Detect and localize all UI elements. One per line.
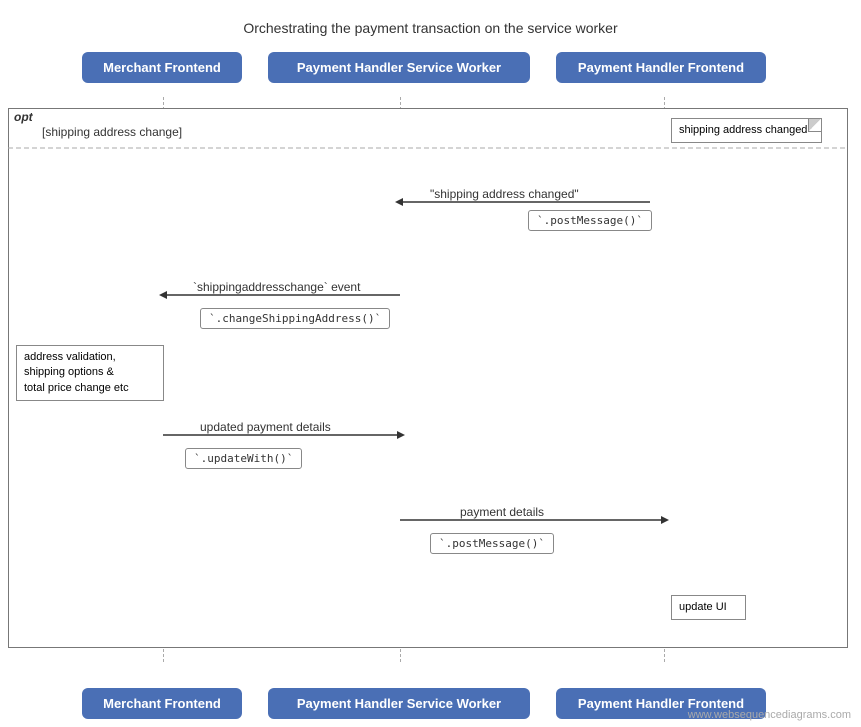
code-postmessage-1: `.postMessage()` — [528, 210, 652, 231]
diagram-title: Orchestrating the payment transaction on… — [0, 8, 861, 44]
note-update-ui: update UI — [671, 595, 746, 620]
actor-merchant-bottom: Merchant Frontend — [82, 688, 242, 719]
opt-condition: [shipping address change] — [42, 125, 182, 139]
note-shipping-address-changed: shipping address changed — [671, 118, 822, 143]
actor-serviceworker-top: Payment Handler Service Worker — [268, 52, 530, 83]
actor-frontend-top: Payment Handler Frontend — [556, 52, 766, 83]
opt-label: opt — [10, 110, 37, 124]
actor-merchant-top: Merchant Frontend — [82, 52, 242, 83]
opt-divider — [8, 147, 848, 151]
code-updatewith: `.updateWith()` — [185, 448, 302, 469]
code-postmessage-2: `.postMessage()` — [430, 533, 554, 554]
code-changeshippingaddress: `.changeShippingAddress()` — [200, 308, 390, 329]
diagram-container: Orchestrating the payment transaction on… — [0, 0, 861, 727]
note-address-validation: address validation,shipping options &tot… — [16, 345, 164, 401]
watermark: www.websequencediagrams.com — [688, 709, 851, 721]
msg-shipping-changed: "shipping address changed" — [430, 187, 579, 201]
msg-updated-payment: updated payment details — [200, 420, 331, 434]
msg-shippingaddresschange: `shippingaddresschange` event — [193, 280, 360, 294]
msg-payment-details: payment details — [460, 505, 544, 519]
actor-serviceworker-bottom: Payment Handler Service Worker — [268, 688, 530, 719]
